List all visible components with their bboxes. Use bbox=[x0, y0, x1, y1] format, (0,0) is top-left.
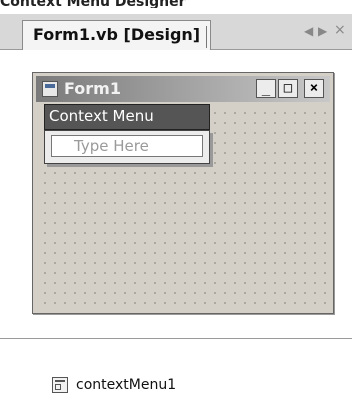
close-button[interactable]: × bbox=[304, 79, 324, 98]
scroll-left-icon[interactable]: ◀ bbox=[304, 24, 313, 38]
close-tab-icon[interactable]: × bbox=[334, 22, 346, 38]
form1-window[interactable]: Form1 _ □ × Context Menu Type Here bbox=[32, 72, 334, 314]
form-titlebar[interactable]: Form1 _ □ × bbox=[36, 76, 330, 102]
document-tab-bar: Form1.vb [Design] ◀ ▶ × bbox=[0, 14, 352, 50]
form-title: Form1 bbox=[64, 79, 121, 98]
tab-separator bbox=[206, 26, 207, 48]
context-menu-bar[interactable]: Context Menu bbox=[44, 104, 210, 130]
minimize-button[interactable]: _ bbox=[256, 79, 276, 98]
component-tray: contextMenu1 bbox=[0, 338, 352, 417]
context-menu-dropdown: Type Here bbox=[44, 130, 210, 164]
clipped-heading: Context Menu Designer bbox=[0, 0, 186, 8]
scroll-right-icon[interactable]: ▶ bbox=[318, 24, 327, 38]
tab-form1-design[interactable]: Form1.vb [Design] bbox=[22, 20, 212, 50]
form-icon bbox=[42, 81, 58, 97]
form-client-area[interactable]: Context Menu Type Here bbox=[36, 104, 330, 310]
tab-label: Form1.vb [Design] bbox=[33, 25, 201, 44]
maximize-button[interactable]: □ bbox=[278, 79, 298, 98]
context-menu-label[interactable]: Context Menu bbox=[49, 107, 154, 125]
context-menu-component-icon bbox=[52, 377, 68, 393]
type-here-input[interactable]: Type Here bbox=[51, 135, 203, 157]
context-menu-component[interactable]: contextMenu1 bbox=[76, 377, 176, 393]
top-strip: Context Menu Designer bbox=[0, 0, 352, 14]
